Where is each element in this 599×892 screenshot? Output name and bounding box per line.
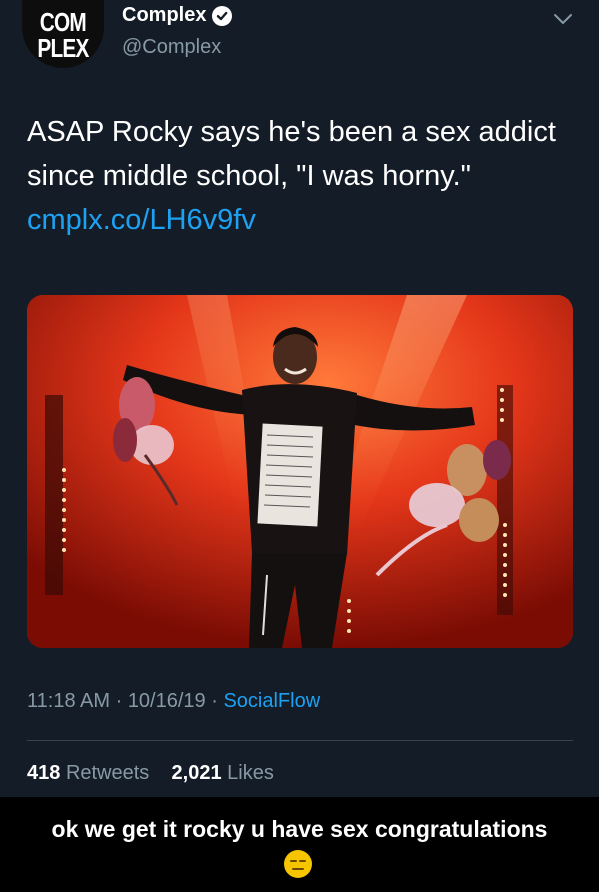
concert-photo	[27, 295, 573, 648]
verified-badge-icon	[212, 5, 233, 26]
retweets-count: 418	[27, 762, 61, 784]
engagement-stats: 418 Retweets 2,021 Likes	[27, 762, 274, 785]
display-name-row[interactable]: Complex	[122, 4, 233, 27]
tweet-source[interactable]: SocialFlow	[223, 690, 320, 712]
tweet-date[interactable]: 10/16/19	[128, 690, 206, 712]
tweet-metadata: 11:18 AM · 10/16/19 · SocialFlow	[27, 690, 320, 713]
avatar-logo-line-2: PLEX	[37, 33, 89, 63]
display-name[interactable]: Complex	[122, 4, 206, 27]
chevron-down-icon[interactable]	[553, 12, 573, 26]
tweet-text: ASAP Rocky says he's been a sex addict s…	[27, 110, 577, 242]
expressionless-face-icon	[284, 850, 312, 878]
tweet-link[interactable]: cmplx.co/LH6v9fv	[27, 204, 256, 236]
divider	[27, 740, 573, 741]
handle[interactable]: @Complex	[122, 36, 221, 59]
retweets-label: Retweets	[65, 762, 150, 784]
meme-caption: ok we get it rocky u have sex congratula…	[51, 816, 548, 842]
meta-separator: ·	[115, 690, 128, 712]
retweets-stat[interactable]: 418 Retweets	[27, 762, 155, 784]
meta-separator: ·	[211, 690, 224, 712]
likes-label: Likes	[227, 762, 274, 784]
tweet-card[interactable]: COM PLEX Complex @Complex ASAP Rocky say…	[0, 0, 599, 797]
likes-count: 2,021	[171, 762, 222, 784]
avatar-logo-line-1: COM	[39, 7, 87, 37]
likes-stat[interactable]: 2,021 Likes	[172, 762, 274, 784]
avatar[interactable]: COM PLEX	[22, 0, 104, 68]
tweet-photo[interactable]	[27, 295, 573, 648]
tweet-body: ASAP Rocky says he's been a sex addict s…	[27, 116, 556, 192]
tweet-time[interactable]: 11:18 AM	[27, 690, 110, 712]
